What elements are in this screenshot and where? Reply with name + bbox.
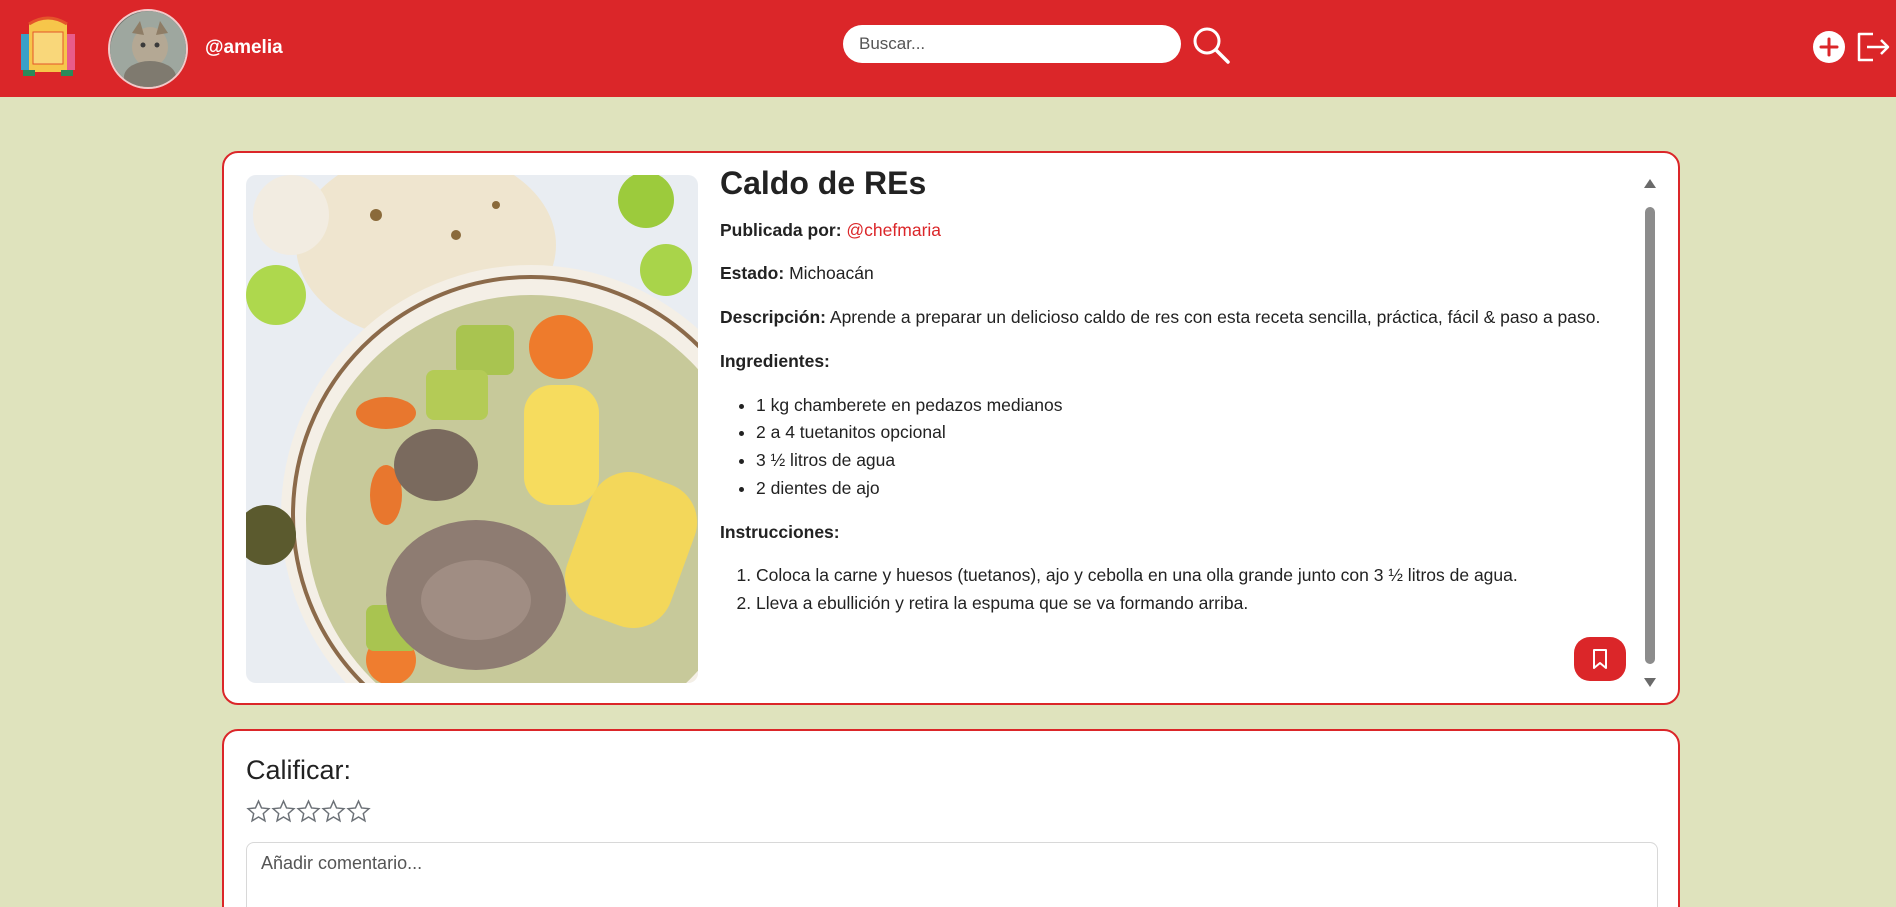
app-logo[interactable] (19, 14, 77, 80)
star-icon[interactable] (321, 799, 346, 824)
user-avatar[interactable] (108, 9, 188, 89)
recipe-title: Caldo de REs (720, 167, 927, 201)
recipe-scrollbar[interactable] (1642, 179, 1658, 687)
state-label: Estado: (720, 263, 785, 284)
ingredients-list: 1 kg chamberete en pedazos medianos 2 a … (720, 394, 1620, 500)
recipe-description-row: Descripción: Aprende a preparar un delic… (720, 306, 1620, 329)
star-icon[interactable] (246, 799, 271, 824)
scroll-up-arrow-icon[interactable] (1644, 179, 1656, 188)
list-item: 1 kg chamberete en pedazos medianos (756, 394, 1620, 417)
recipe-details: Caldo de REs Publicada por: @chefmaria E… (720, 167, 1620, 687)
rating-card: Calificar: (222, 729, 1680, 907)
scrollbar-thumb[interactable] (1645, 207, 1655, 664)
recipe-state-row: Estado: Michoacán (720, 262, 1620, 285)
published-by-label: Publicada por: (720, 219, 842, 240)
recipe-author-row: Publicada por: @chefmaria (720, 219, 1620, 242)
save-recipe-button[interactable] (1574, 637, 1626, 681)
list-item: 3 ½ litros de agua (756, 449, 1620, 472)
state-value: Michoacán (789, 263, 874, 284)
ingredients-label: Ingredientes: (720, 350, 830, 371)
rating-title: Calificar: (246, 755, 352, 785)
star-icon[interactable] (296, 799, 321, 824)
plus-circle-icon[interactable] (1812, 30, 1846, 64)
description-label: Descripción: (720, 307, 826, 328)
description-text: Aprende a preparar un delicioso caldo de… (829, 307, 1601, 328)
list-item: 2 dientes de ajo (756, 477, 1620, 500)
comment-textarea[interactable] (246, 842, 1658, 907)
list-item: Coloca la carne y huesos (tuetanos), ajo… (756, 564, 1620, 587)
author-link[interactable]: @chefmaria (846, 220, 941, 240)
search-input[interactable] (843, 25, 1181, 63)
list-item: Lleva a ebullición y retira la espuma qu… (756, 592, 1620, 615)
list-item: 2 a 4 tuetanitos opcional (756, 421, 1620, 444)
search-icon[interactable] (1191, 25, 1231, 65)
recipe-photo (246, 175, 698, 683)
scroll-down-arrow-icon[interactable] (1644, 678, 1656, 687)
bookmark-icon (1593, 649, 1607, 669)
top-navbar: @amelia (0, 0, 1896, 97)
header-username[interactable]: @amelia (205, 37, 283, 59)
star-icon[interactable] (346, 799, 371, 824)
star-icon[interactable] (271, 799, 296, 824)
instructions-label: Instrucciones: (720, 521, 840, 542)
ingredients-heading: Ingredientes: (720, 350, 1620, 373)
instructions-list: Coloca la carne y huesos (tuetanos), ajo… (720, 564, 1620, 615)
logout-icon[interactable] (1855, 30, 1891, 64)
instructions-heading: Instrucciones: (720, 521, 1620, 544)
star-rating[interactable] (246, 799, 371, 824)
recipe-card: Caldo de REs Publicada por: @chefmaria E… (222, 151, 1680, 705)
